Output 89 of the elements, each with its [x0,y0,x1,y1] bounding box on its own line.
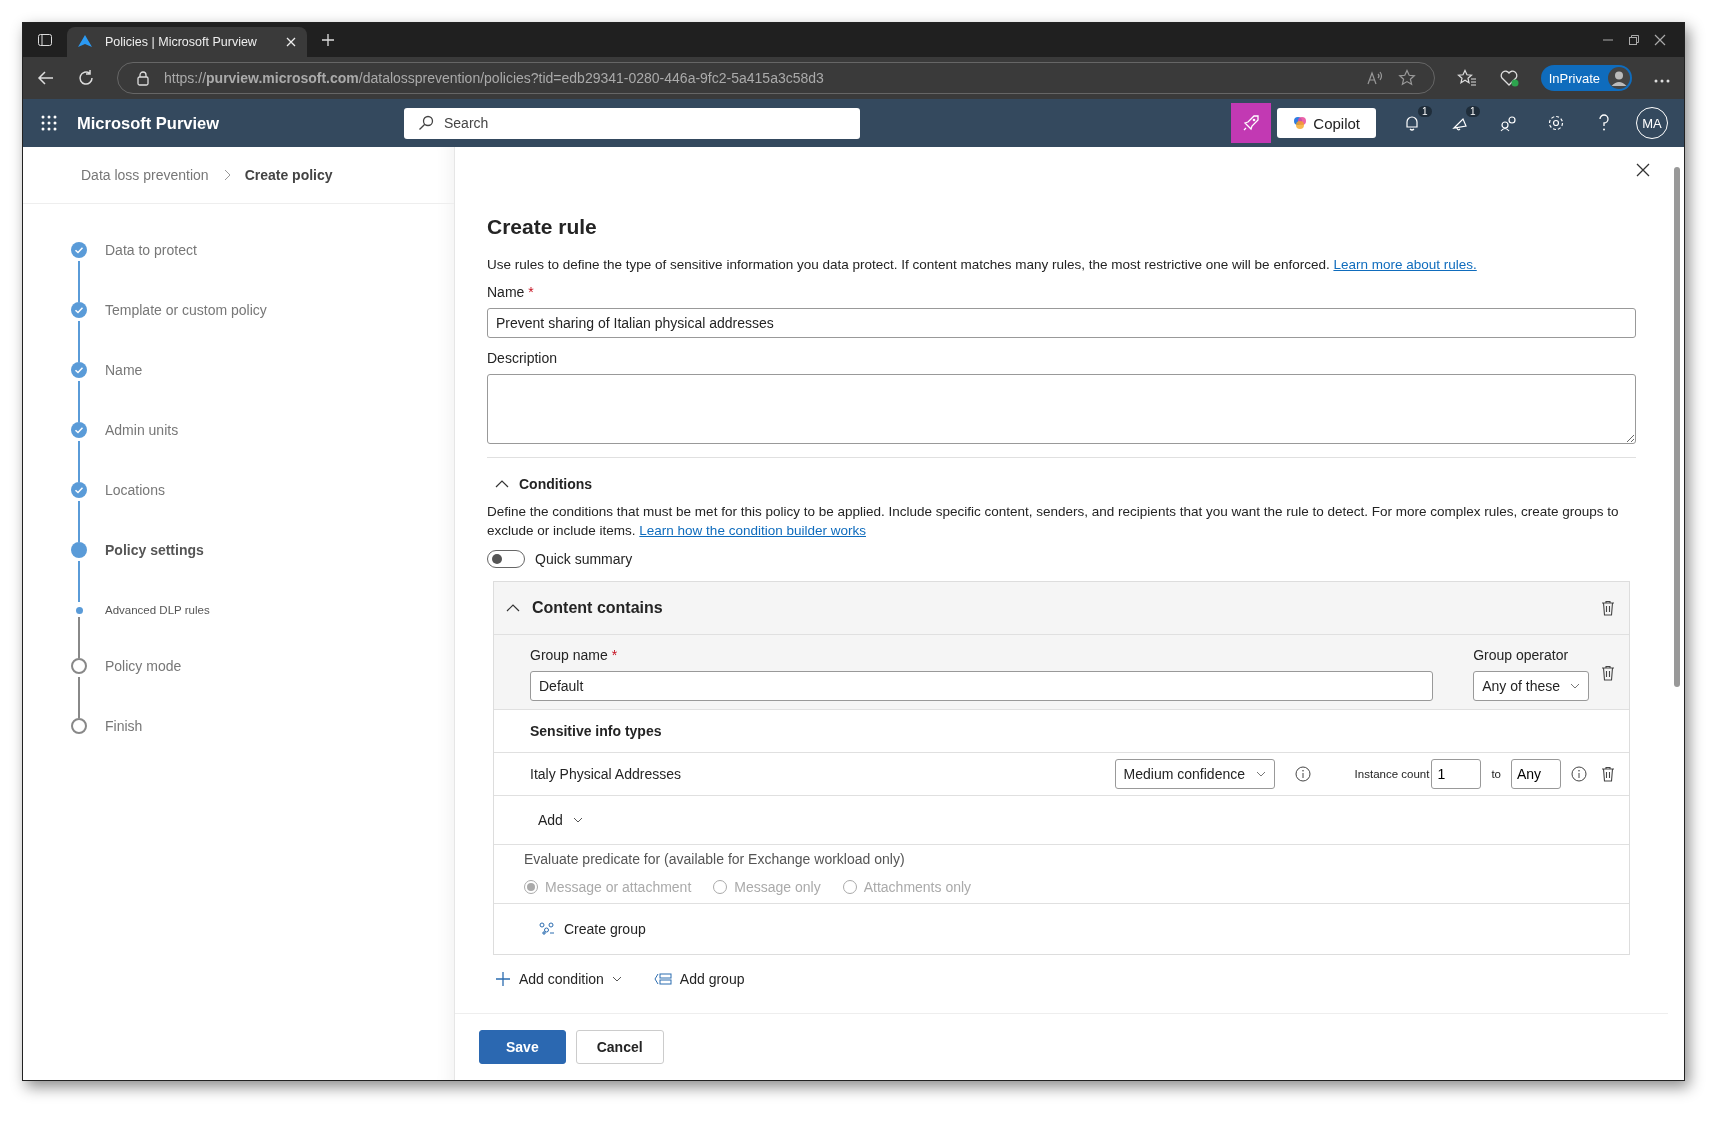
browser-tab[interactable]: Policies | Microsoft Purview [67,27,307,57]
field-label: Group operator [1473,647,1570,663]
field-label: Description [487,350,559,366]
required-mark: * [611,647,618,663]
refresh-icon[interactable] [77,69,95,87]
breadcrumb-link[interactable]: Data loss prevention [81,167,209,183]
step-label[interactable]: Admin units [105,422,179,438]
range-separator: to [1491,768,1501,780]
group-operator-dropdown[interactable]: Any of these [1473,671,1589,701]
tab-title: Policies | Microsoft Purview [105,35,258,49]
field-label: Name [487,284,525,300]
add-dropdown-button[interactable]: Add [538,812,583,828]
trash-icon[interactable] [1601,766,1615,782]
instance-count-label: Instance count [1354,768,1430,780]
create-group-button[interactable]: Create group [538,921,646,937]
trash-icon[interactable] [1601,600,1615,616]
restore-icon[interactable] [1628,34,1640,46]
health-icon[interactable] [1498,69,1519,87]
save-button[interactable]: Save [479,1030,566,1064]
copilot-logo-icon [1293,116,1308,130]
app-name: Microsoft Purview [77,113,221,133]
step-label[interactable]: Template or custom policy [105,302,267,318]
step-label[interactable]: Policy mode [105,658,182,674]
plus-icon [495,971,511,987]
inprivate-badge[interactable]: InPrivate [1540,65,1632,91]
required-mark: * [528,284,534,300]
step-label[interactable]: Advanced DLP rules [105,602,210,618]
favorites-icon[interactable] [1456,69,1477,87]
read-aloud-icon[interactable] [1365,70,1384,86]
add-condition-button[interactable]: Add condition [495,971,622,987]
info-icon[interactable] [1571,766,1587,782]
toggle-label: Quick summary [535,551,633,567]
chevron-down-icon [572,817,583,823]
step-label[interactable]: Data to protect [105,242,197,258]
section-title: Sensitive info types [530,723,662,739]
info-icon[interactable] [1294,766,1311,782]
close-icon[interactable] [1636,163,1650,177]
learn-more-link[interactable]: Learn more about rules. [1333,257,1477,272]
group-title: Content contains [532,599,663,617]
description-field[interactable] [487,374,1636,444]
chevron-down-icon [1255,771,1266,777]
condition-builder-link[interactable]: Learn how the condition builder works [639,523,866,538]
people-group-icon [538,921,556,937]
panel-title: Create rule [487,215,598,239]
chevron-right-icon [222,169,231,181]
profile-silhouette-icon [1608,67,1630,89]
lock-icon [136,70,150,86]
app-logo-icon [77,34,93,50]
tab-actions-icon[interactable] [37,32,53,48]
step-label[interactable]: Name [105,362,143,378]
group-name-field[interactable]: Default [530,671,1434,701]
max-count-field[interactable]: Any [1511,759,1561,789]
info-type-name: Italy Physical Addresses [530,766,681,782]
chevron-up-icon[interactable] [506,603,520,613]
app-launcher-icon[interactable] [41,115,57,131]
star-icon[interactable] [1397,69,1416,87]
notification-count: 1 [1418,106,1432,117]
step-label[interactable]: Finish [105,718,143,734]
breadcrumb-link[interactable]: Create policy [244,167,333,183]
group-list-icon [653,972,672,986]
close-icon[interactable] [1654,34,1666,46]
announcement-count: 1 [1466,106,1480,117]
conditions-text: Define the conditions that must be met for this policy to be applied. Include specific content, senders, and recipients that you want the rule to detect. For more complex rules, create groups to exclude or include items. Learn how the condition builder works [487,503,1620,540]
step-label[interactable]: Policy settings [105,542,204,558]
name-field[interactable]: Prevent sharing of Italian physical addresses [487,308,1636,338]
step-label[interactable]: Locations [105,482,165,498]
rocket-icon[interactable] [1231,103,1272,143]
search-field[interactable]: Search [404,107,860,139]
evaluate-label: Evaluate predicate for (available for Exchange workload only) [524,851,906,867]
confidence-dropdown[interactable]: Medium confidence [1114,759,1275,789]
add-group-button[interactable]: Add group [653,971,745,987]
chevron-down-icon [611,976,622,982]
notification-icon[interactable] [1403,114,1421,132]
chevron-down-icon [1570,683,1580,689]
copilot-button[interactable]: Copilot [1277,108,1376,138]
settings-icon[interactable] [1547,114,1565,132]
help-icon[interactable] [1597,114,1611,132]
people-icon[interactable] [1499,114,1517,132]
min-count-field[interactable]: 1 [1431,759,1482,789]
new-tab-icon[interactable] [321,33,335,47]
section-title: Conditions [519,476,593,492]
intro-text: Use rules to define the type of sensitive information you data protect. If content matches many rules, the most restrictive one will be enforced. Learn more about rules. [487,256,1478,274]
url-text: https://purview.microsoft.com/datalossprevention/policies?tid=edb29341-0280-446a-9fc2-5a415a3c58d3 [164,70,824,86]
cancel-button[interactable]: Cancel [575,1030,664,1064]
back-arrow-icon[interactable] [37,70,55,86]
search-icon [418,115,434,131]
field-label: Group name [530,647,608,663]
trash-icon[interactable] [1601,665,1615,681]
chevron-up-icon[interactable] [495,479,509,489]
